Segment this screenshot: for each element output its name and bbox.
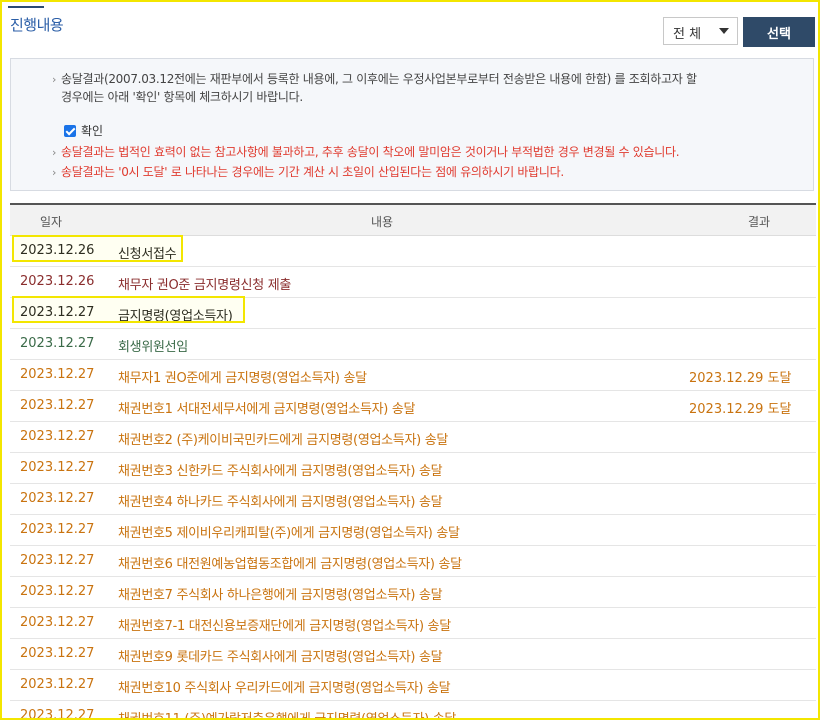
confirm-checkbox[interactable] <box>64 124 76 137</box>
header-date: 일자 <box>40 215 63 229</box>
notice-box: 송달결과(2007.03.12전에는 재판부에서 등록한 내용에, 그 이후에는… <box>10 58 814 191</box>
progress-table: 일자 내용 결과 2023.12.26 신청서접수 2023.12.26 채무자 권O… <box>10 203 816 720</box>
row-date: 2023.12.27 <box>20 615 95 630</box>
row-date: 2023.12.27 <box>20 491 95 506</box>
table-row[interactable]: 2023.12.27 채권번호2 (주)케이비국민카드에게 금지명령(영업소득자)… <box>10 422 816 453</box>
filter-select-value: 전 체 <box>673 27 702 42</box>
row-date: 2023.12.27 <box>20 584 95 599</box>
row-date: 2023.12.27 <box>20 708 95 720</box>
table-row[interactable]: 2023.12.26 채무자 권O준 금지명령신청 제출 <box>10 267 816 298</box>
table-row[interactable]: 2023.12.27 채권번호4 하나카드 주식회사에게 금지명령(영업소득자) … <box>10 484 816 515</box>
row-result: 2023.12.29 도달 <box>689 371 792 386</box>
row-content: 채권번호9 롯데카드 주식회사에게 금지명령(영업소득자) 송달 <box>118 650 443 665</box>
notice-line-2: 송달결과는 법적인 효력이 없는 참고사항에 불과하고, 추후 송달이 착오에 … <box>52 143 680 162</box>
row-content: 채권번호4 하나카드 주식회사에게 금지명령(영업소득자) 송달 <box>118 495 443 510</box>
row-date: 2023.12.27 <box>20 429 95 444</box>
highlight-box <box>12 296 245 323</box>
row-content: 회생위원선임 <box>118 340 188 355</box>
table-row[interactable]: 2023.12.27 채무자1 권O준에게 금지명령(영업소득자) 송달 2023.… <box>10 360 816 391</box>
row-date: 2023.12.27 <box>20 677 95 692</box>
table-row[interactable]: 2023.12.27 채권번호9 롯데카드 주식회사에게 금지명령(영업소득자) … <box>10 639 816 670</box>
row-content: 채권번호7 주식회사 하나은행에게 금지명령(영업소득자) 송달 <box>118 588 443 603</box>
row-content: 채권번호3 신한카드 주식회사에게 금지명령(영업소득자) 송달 <box>118 464 443 479</box>
filter-select[interactable]: 전 체 <box>663 17 738 45</box>
select-button[interactable]: 선택 <box>743 17 815 47</box>
page-title: 진행내용 <box>10 16 64 34</box>
row-content: 채권번호5 제이비우리캐피탈(주)에게 금지명령(영업소득자) 송달 <box>118 526 460 541</box>
row-content: 채권번호7-1 대전신용보증재단에게 금지명령(영업소득자) 송달 <box>118 619 451 634</box>
row-content: 채권번호10 주식회사 우리카드에게 금지명령(영업소득자) 송달 <box>118 681 451 696</box>
progress-panel: 진행내용 전 체 선택 송달결과(2007.03.12전에는 재판부에서 등록한… <box>0 0 820 720</box>
notice-line-1: 송달결과(2007.03.12전에는 재판부에서 등록한 내용에, 그 이후에는… <box>52 70 791 106</box>
table-row[interactable]: 2023.12.27 채권번호7-1 대전신용보증재단에게 금지명령(영업소득자)… <box>10 608 816 639</box>
highlight-box <box>12 235 183 262</box>
header-content: 내용 <box>371 215 394 229</box>
row-date: 2023.12.27 <box>20 398 95 413</box>
confirm-label: 확인 <box>81 124 104 138</box>
row-date: 2023.12.27 <box>20 336 95 351</box>
table-row[interactable]: 2023.12.27 채권번호11 (주)예가람저축은행에게 금지명령(영업소득자… <box>10 701 816 720</box>
table-row[interactable]: 2023.12.27 채권번호6 대전원예농업협동조합에게 금지명령(영업소득자)… <box>10 546 816 577</box>
row-date: 2023.12.27 <box>20 367 95 382</box>
table-header: 일자 내용 결과 <box>10 203 816 236</box>
row-content: 채권번호11 (주)예가람저축은행에게 금지명령(영업소득자) 송달 <box>118 712 457 720</box>
table-row[interactable]: 2023.12.27 채권번호3 신한카드 주식회사에게 금지명령(영업소득자) … <box>10 453 816 484</box>
table-row[interactable]: 2023.12.27 채권번호10 주식회사 우리카드에게 금지명령(영업소득자)… <box>10 670 816 701</box>
row-content: 채무자 권O준 금지명령신청 제출 <box>118 278 292 293</box>
table-row[interactable]: 2023.12.27 채권번호5 제이비우리캐피탈(주)에게 금지명령(영업소득자… <box>10 515 816 546</box>
row-content: 채권번호6 대전원예농업협동조합에게 금지명령(영업소득자) 송달 <box>118 557 462 572</box>
table-row[interactable]: 2023.12.27 채권번호7 주식회사 하나은행에게 금지명령(영업소득자) … <box>10 577 816 608</box>
confirm-checkbox-row[interactable]: 확인 <box>64 122 103 139</box>
header-result: 결과 <box>748 215 771 229</box>
notice-line-3: 송달결과는 '0시 도달' 로 나타나는 경우에는 기간 계산 시 초일이 산입… <box>52 163 564 182</box>
row-date: 2023.12.27 <box>20 460 95 475</box>
row-date: 2023.12.27 <box>20 553 95 568</box>
chevron-down-icon <box>719 28 729 34</box>
table-row[interactable]: 2023.12.27 채권번호1 서대전세무서에게 금지명령(영업소득자) 송달 2… <box>10 391 816 422</box>
row-date: 2023.12.27 <box>20 646 95 661</box>
table-row[interactable]: 2023.12.27 회생위원선임 <box>10 329 816 360</box>
row-content: 채권번호1 서대전세무서에게 금지명령(영업소득자) 송달 <box>118 402 416 417</box>
title-tab-indicator <box>8 6 44 14</box>
row-date: 2023.12.27 <box>20 522 95 537</box>
row-content: 채권번호2 (주)케이비국민카드에게 금지명령(영업소득자) 송달 <box>118 433 449 448</box>
row-content: 채무자1 권O준에게 금지명령(영업소득자) 송달 <box>118 371 367 386</box>
row-date: 2023.12.26 <box>20 274 95 289</box>
row-result: 2023.12.29 도달 <box>689 402 792 417</box>
